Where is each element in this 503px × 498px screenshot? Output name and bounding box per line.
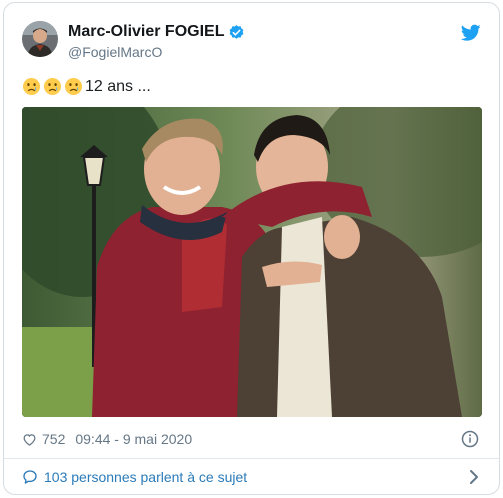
verified-badge-icon — [228, 24, 245, 41]
author-name-row[interactable]: Marc-Olivier FOGIEL — [68, 23, 245, 41]
author-avatar[interactable] — [22, 21, 58, 57]
heart-icon[interactable] — [22, 432, 37, 447]
divider — [4, 458, 499, 459]
tweet-card[interactable]: Marc-Olivier FOGIEL @FogielMarcO 12 ans … — [3, 2, 500, 495]
conversation-label[interactable]: 103 personnes parlent à ce sujet — [44, 469, 247, 485]
crying-face-icon — [22, 77, 41, 96]
tweet-photo[interactable] — [22, 107, 482, 417]
twitter-bird-icon[interactable] — [460, 24, 481, 42]
tweet-header: Marc-Olivier FOGIEL @FogielMarcO — [22, 21, 483, 65]
info-icon[interactable] — [461, 430, 479, 448]
tweet-text: 12 ans ... — [22, 77, 151, 96]
author-handle[interactable]: @FogielMarcO — [68, 44, 162, 60]
chevron-right-icon[interactable] — [469, 469, 479, 485]
conversation-link[interactable]: 103 personnes parlent à ce sujet — [22, 466, 483, 488]
author-display-name[interactable]: Marc-Olivier FOGIEL — [68, 23, 224, 41]
tweet-metadata: 752 09:44 - 9 mai 2020 — [22, 429, 483, 449]
like-count[interactable]: 752 — [42, 431, 65, 447]
speech-bubble-icon — [22, 469, 38, 485]
tweet-text-body: 12 ans ... — [85, 77, 151, 95]
tweet-timestamp[interactable]: 09:44 - 9 mai 2020 — [75, 431, 192, 447]
crying-face-icon — [64, 77, 83, 96]
crying-face-icon — [43, 77, 62, 96]
